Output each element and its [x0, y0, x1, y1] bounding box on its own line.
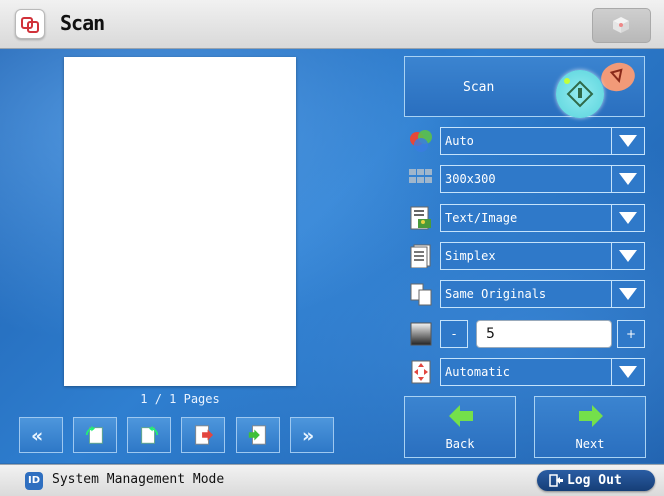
- next-button[interactable]: Next: [534, 396, 646, 458]
- orientation-select[interactable]: Automatic: [440, 358, 645, 386]
- delete-page-button[interactable]: [181, 417, 225, 453]
- original-size-select[interactable]: Same Originals: [440, 280, 645, 308]
- resolution-icon: [409, 167, 433, 191]
- original-size-dropdown[interactable]: [611, 281, 644, 307]
- density-increase-button[interactable]: +: [617, 320, 645, 348]
- triangle-down-icon: [619, 288, 637, 300]
- orientation-dropdown[interactable]: [611, 359, 644, 385]
- color-mode-select[interactable]: Auto: [440, 127, 645, 155]
- original-type-icon: [409, 206, 433, 230]
- resolution-value: 300x300: [445, 172, 496, 186]
- double-left-chevron-icon: «: [31, 425, 43, 447]
- back-button[interactable]: Back: [404, 396, 516, 458]
- triangle-down-icon: [619, 250, 637, 262]
- page-counter: 1 / 1 Pages: [140, 392, 220, 406]
- original-type-select[interactable]: Text/Image: [440, 204, 645, 232]
- rotate-left-page-icon: [85, 425, 103, 444]
- last-page-button[interactable]: »: [290, 417, 334, 453]
- orientation-value: Automatic: [445, 365, 511, 379]
- triangle-down-icon: [619, 135, 637, 147]
- next-label: Next: [575, 437, 605, 451]
- original-size-icon: [409, 282, 433, 306]
- color-mode-value: Auto: [445, 134, 474, 148]
- rotate-right-button[interactable]: [127, 417, 171, 453]
- top-bar: Scan: [0, 0, 664, 49]
- start-icon[interactable]: [556, 70, 604, 118]
- density-field[interactable]: 5: [476, 320, 612, 348]
- first-page-button[interactable]: «: [19, 417, 63, 453]
- density-decrease-button[interactable]: -: [440, 320, 468, 348]
- page-delete-icon: [195, 425, 214, 445]
- triangle-down-icon: [619, 173, 637, 185]
- id-badge: ID: [25, 472, 43, 490]
- arrow-right-icon: [579, 405, 603, 427]
- duplex-dropdown[interactable]: [611, 243, 644, 269]
- status-bar: ID System Management Mode Log Out: [0, 464, 664, 496]
- page-title: Scan: [60, 11, 105, 35]
- arrow-left-icon: [449, 405, 473, 427]
- back-label: Back: [445, 437, 475, 451]
- scan-preview-page: [64, 57, 296, 386]
- logout-label: Log Out: [567, 473, 622, 488]
- rotate-right-page-icon: [141, 425, 159, 444]
- density-icon: [409, 322, 433, 346]
- scan-label: Scan: [463, 80, 495, 95]
- job-status-button[interactable]: [592, 8, 651, 43]
- resolution-dropdown[interactable]: [611, 166, 644, 192]
- duplex-select[interactable]: Simplex: [440, 242, 645, 270]
- double-right-chevron-icon: »: [302, 425, 314, 447]
- resolution-select[interactable]: 300x300: [440, 165, 645, 193]
- ready-indicator: [564, 78, 570, 84]
- original-type-value: Text/Image: [445, 211, 518, 225]
- page-insert-icon: [248, 425, 266, 445]
- main-panel: 1 / 1 Pages « » Scan Auto 300x300 Text/I…: [0, 49, 664, 463]
- insert-page-button[interactable]: [236, 417, 280, 453]
- scan-start-button[interactable]: Scan: [404, 56, 645, 118]
- color-mode-dropdown[interactable]: [611, 128, 644, 154]
- logout-icon: [549, 474, 563, 487]
- color-mode-icon: [409, 129, 433, 153]
- orientation-icon: [409, 360, 433, 384]
- triangle-down-icon: [619, 366, 637, 378]
- duplex-value: Simplex: [445, 249, 496, 263]
- system-mode-label: System Management Mode: [52, 472, 225, 487]
- original-type-dropdown[interactable]: [611, 205, 644, 231]
- triangle-down-icon: [619, 212, 637, 224]
- rotate-left-button[interactable]: [73, 417, 117, 453]
- logout-button[interactable]: Log Out: [537, 470, 655, 491]
- duplex-icon: [409, 244, 433, 269]
- original-size-value: Same Originals: [445, 287, 547, 301]
- scan-app-icon: [15, 9, 45, 39]
